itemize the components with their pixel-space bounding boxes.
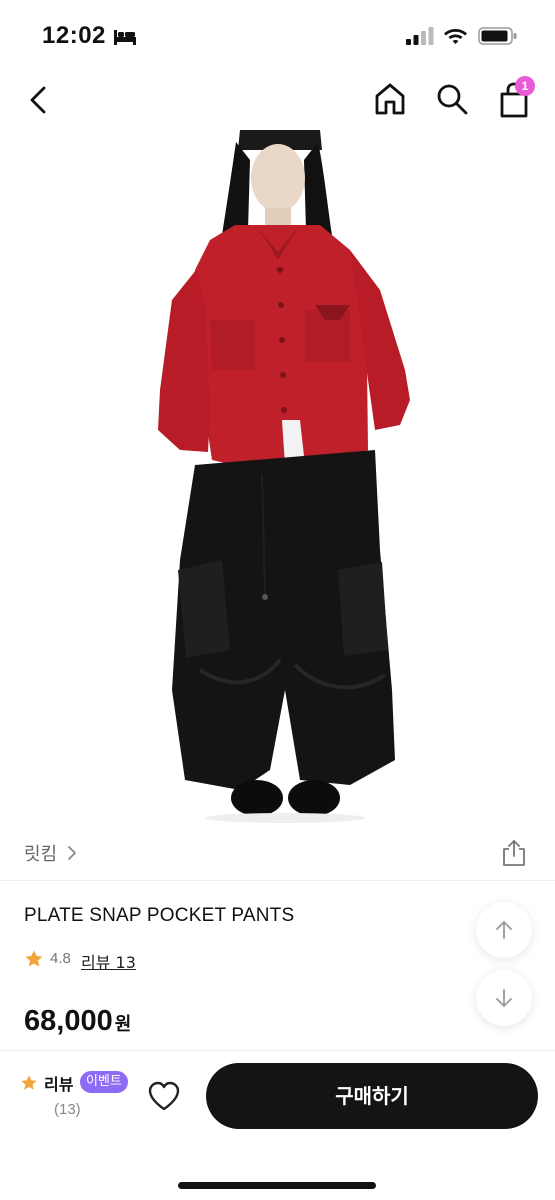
rating-value: 4.8 xyxy=(50,950,71,967)
search-icon xyxy=(437,84,468,115)
buy-button[interactable]: 구매하기 xyxy=(206,1063,538,1129)
arrow-down-icon xyxy=(496,989,512,1007)
scroll-up-button[interactable] xyxy=(476,902,532,958)
price-row: 68,000 원 xyxy=(24,1005,131,1038)
review-count: (13) xyxy=(54,1101,81,1118)
search-button[interactable] xyxy=(433,80,471,118)
nav-bar: 1 xyxy=(0,70,555,130)
review-summary[interactable]: 리뷰 이벤트 (13) xyxy=(20,1071,130,1131)
bed-icon xyxy=(114,30,136,45)
share-button[interactable] xyxy=(500,838,528,868)
cart-badge: 1 xyxy=(515,76,535,96)
star-icon xyxy=(25,950,43,967)
status-time: 12:02 xyxy=(42,22,106,49)
divider xyxy=(0,880,555,881)
chevron-right-icon xyxy=(68,846,76,860)
product-photo xyxy=(158,130,410,823)
battery-icon xyxy=(478,27,517,45)
home-indicator xyxy=(178,1182,376,1189)
price-unit: 원 xyxy=(114,1014,132,1035)
cart-button[interactable]: 1 xyxy=(494,76,535,120)
event-badge: 이벤트 xyxy=(80,1071,128,1093)
bottom-bar: 리뷰 이벤트 (13) 구매하기 xyxy=(0,1050,555,1200)
scroll-down-button[interactable] xyxy=(476,970,532,1026)
brand-row[interactable]: 릿킴 xyxy=(0,832,555,880)
review-link[interactable]: 리뷰 13 xyxy=(81,949,136,973)
price-amount: 68,000 xyxy=(24,1005,113,1037)
signal-icon xyxy=(406,27,434,45)
like-button[interactable] xyxy=(146,1079,182,1113)
status-bar: 12:02 xyxy=(0,0,555,70)
home-icon xyxy=(375,83,405,115)
product-image[interactable] xyxy=(0,130,555,830)
wifi-icon xyxy=(444,29,467,44)
share-icon xyxy=(503,840,525,866)
back-button[interactable] xyxy=(22,82,58,118)
back-arrow-icon xyxy=(30,86,46,114)
arrow-up-icon xyxy=(496,921,512,939)
brand-name[interactable]: 릿킴 xyxy=(24,840,57,866)
heart-icon xyxy=(148,1081,180,1111)
product-title: PLATE SNAP POCKET PANTS xyxy=(24,905,295,926)
home-button[interactable] xyxy=(371,80,409,118)
star-icon xyxy=(21,1075,37,1090)
review-label: 리뷰 xyxy=(44,1075,74,1094)
